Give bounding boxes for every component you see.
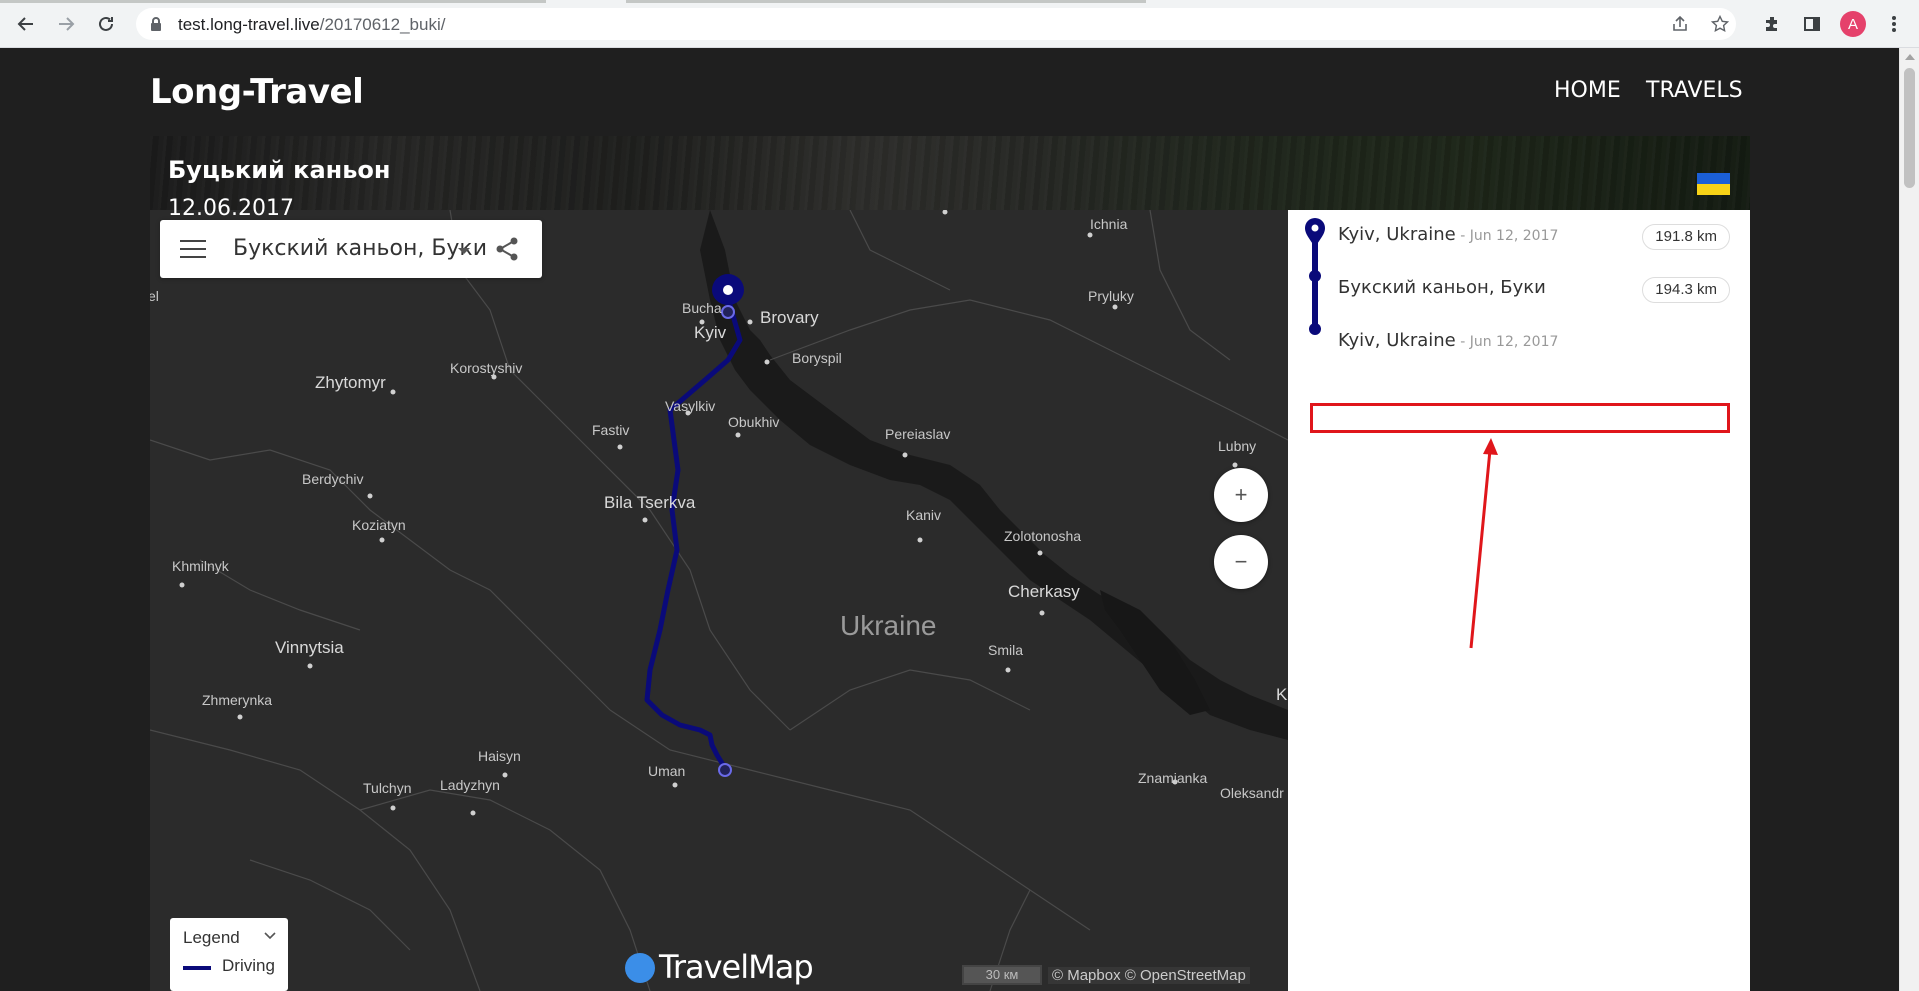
travelmap-logo[interactable]: TravelMap — [625, 948, 814, 986]
map-country-label: Ukraine — [840, 610, 937, 641]
scroll-up-icon[interactable] — [1905, 54, 1915, 60]
map-label: Znamianka — [1138, 770, 1208, 786]
side-panel-icon[interactable] — [1798, 10, 1826, 38]
map-label: Vasylkiv — [665, 398, 716, 414]
map-label: Bila Tserkva — [604, 493, 696, 512]
map-label: Ladyzhyn — [440, 777, 500, 793]
travel-map[interactable]: Ichnia Pryluky el Bucha Brovary Kyiv Bor… — [150, 210, 1288, 991]
map-label: Vinnytsia — [275, 638, 344, 657]
map-label: Brovary — [760, 308, 819, 327]
lock-icon — [150, 16, 162, 37]
map-scale: 30 км — [962, 965, 1042, 985]
annotation-arrow — [1469, 438, 1498, 649]
url-host: test.long-travel.live — [178, 15, 320, 34]
map-label: Cherkasy — [1008, 582, 1080, 601]
map-label: Korostyshiv — [450, 360, 523, 376]
map-label: Ichnia — [1090, 216, 1128, 232]
address-bar[interactable]: test.long-travel.live/20170612_buki/ — [136, 8, 1736, 40]
map-label: Pryluky — [1088, 288, 1134, 304]
map-location-selector[interactable]: Букский каньон, Буки — [233, 236, 487, 261]
site-title[interactable]: Long-Travel — [150, 72, 364, 112]
map-label: Kyiv — [694, 323, 727, 342]
tab-strip-edge — [0, 0, 546, 3]
map-label: Uman — [648, 763, 686, 779]
trip-title: Буцький каньон — [168, 156, 391, 184]
map-label: K — [1276, 685, 1288, 704]
map-label: Pereiaslav — [885, 426, 951, 442]
map-label: el — [150, 288, 159, 304]
browser-toolbar: test.long-travel.live/20170612_buki/ A — [0, 0, 1919, 48]
map-label: Zolotonosha — [1004, 528, 1082, 544]
zoom-in-button[interactable]: + — [1214, 468, 1268, 522]
share-page-icon[interactable] — [1666, 10, 1694, 38]
trip-date: 12.06.2017 — [168, 196, 294, 221]
extensions-icon[interactable] — [1758, 10, 1786, 38]
map-toolbar: Букский каньон, Буки — [160, 220, 542, 278]
map-label: Bucha — [682, 300, 722, 316]
map-attribution[interactable]: © Mapbox © OpenStreetMap — [1048, 967, 1250, 984]
forward-icon[interactable] — [52, 10, 80, 38]
scrollbar-thumb[interactable] — [1904, 68, 1915, 188]
map-label: Kaniv — [906, 507, 942, 523]
legend-item-driving: Driving — [222, 956, 275, 975]
map-label: Oleksandr — [1220, 785, 1284, 801]
map-label: Smila — [988, 642, 1024, 658]
nav-travels-link[interactable]: TRAVELS — [1646, 78, 1743, 103]
map-label: Tulchyn — [363, 780, 412, 796]
map-label: Obukhiv — [728, 414, 780, 430]
map-label: Boryspil — [792, 350, 842, 366]
zoom-out-button[interactable]: − — [1214, 535, 1268, 589]
brand-text: TravelMap — [659, 948, 814, 986]
map-label: Koziatyn — [352, 517, 406, 533]
url-path: /20170612_buki/ — [319, 15, 446, 34]
more-menu-icon[interactable] — [1880, 10, 1908, 38]
reload-icon[interactable] — [92, 10, 120, 38]
map-label: Haisyn — [478, 748, 521, 764]
hamburger-menu-icon[interactable] — [180, 240, 206, 258]
map-label: Khmilnyk — [172, 558, 229, 574]
map-label: Lubny — [1218, 438, 1257, 454]
map-label: Zhmerynka — [202, 692, 273, 708]
tab-strip-edge — [626, 0, 1146, 3]
map-label: Fastiv — [592, 422, 630, 438]
legend-title: Legend — [183, 928, 240, 947]
page-scrollbar[interactable] — [1899, 48, 1919, 991]
driving-route-swatch — [183, 966, 211, 970]
map-label: Zhytomyr — [315, 373, 386, 392]
itinerary-panel: Kyiv, Ukraine - Jun 12, 2017 191.8 km Бу… — [1288, 210, 1750, 991]
nav-home-link[interactable]: HOME — [1554, 78, 1621, 103]
map-legend[interactable]: Legend Driving — [170, 918, 288, 991]
map-label: Berdychiv — [302, 471, 364, 487]
profile-avatar[interactable]: A — [1840, 11, 1866, 37]
back-icon[interactable] — [12, 10, 40, 38]
travelmap-logo-icon — [625, 953, 655, 983]
url-text: test.long-travel.live/20170612_buki/ — [178, 15, 445, 35]
chevron-down-icon[interactable] — [458, 248, 470, 254]
ukraine-flag-icon — [1697, 173, 1730, 195]
bookmark-star-icon[interactable] — [1706, 10, 1734, 38]
